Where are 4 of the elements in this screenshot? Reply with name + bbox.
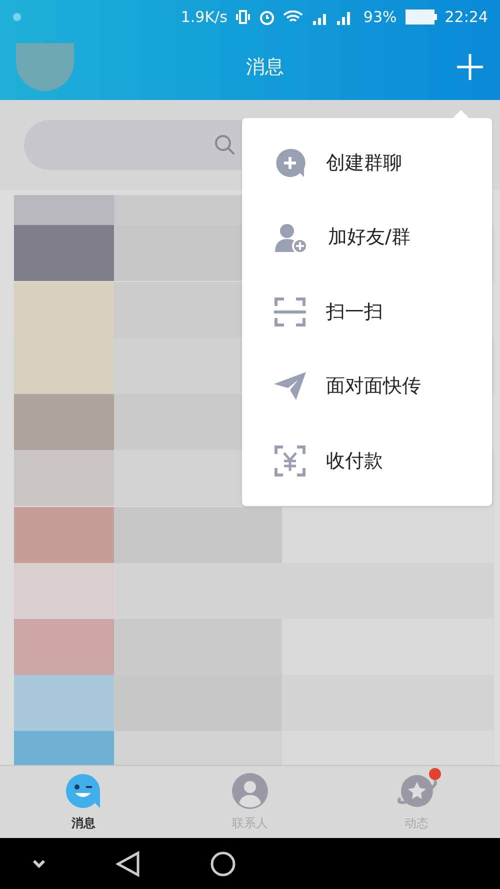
header-title: 消息 (245, 54, 285, 80)
battery-percent: 93% (363, 6, 397, 28)
clock: 22:24 (444, 6, 488, 28)
network-speed: 1.9K/s (180, 6, 228, 28)
